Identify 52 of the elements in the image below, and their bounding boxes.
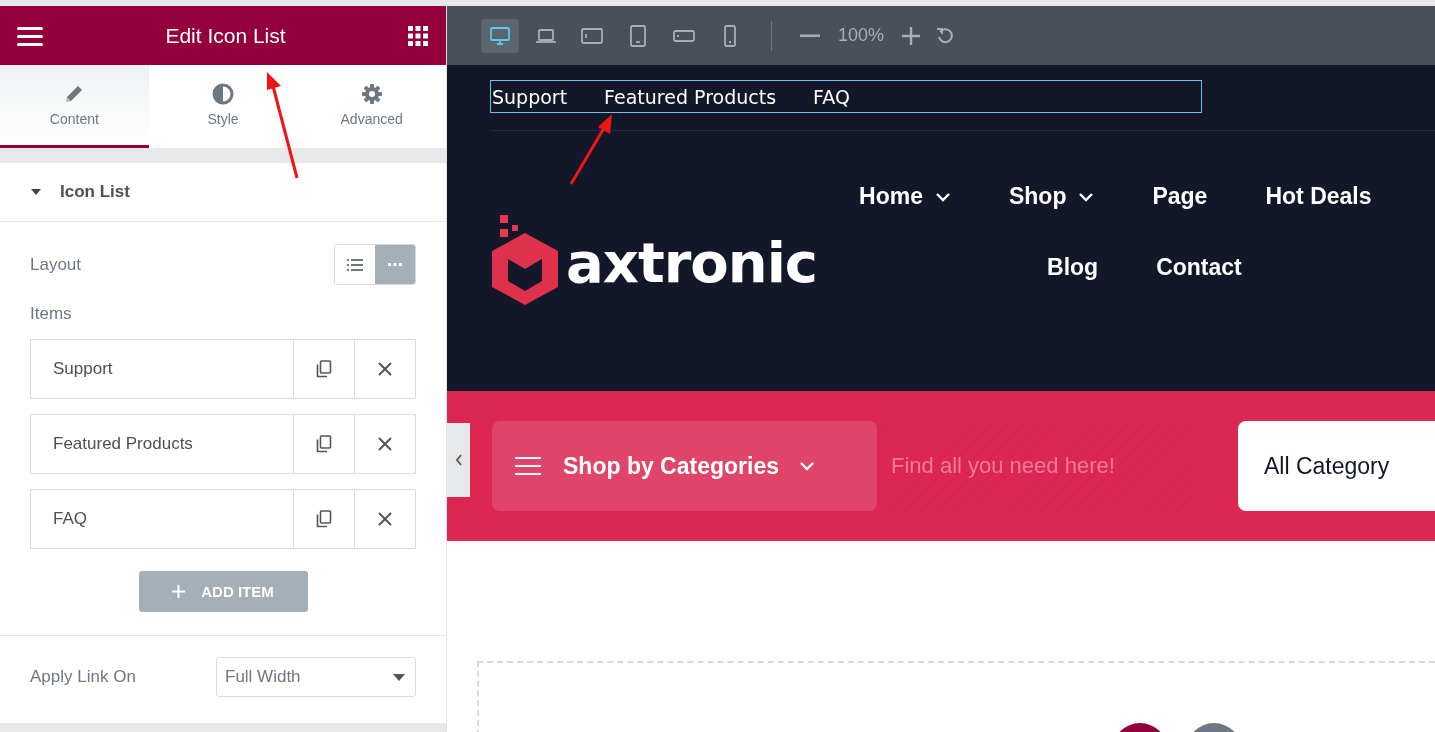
item-title[interactable]: Featured Products bbox=[31, 415, 293, 473]
zoom-level: 100% bbox=[838, 25, 885, 46]
close-icon bbox=[377, 361, 393, 377]
nav-link[interactable]: Shop bbox=[1008, 183, 1095, 210]
section-header[interactable]: Icon List bbox=[0, 163, 446, 222]
collapse-panel-handle[interactable] bbox=[447, 423, 470, 497]
nav-link[interactable]: Contact bbox=[1156, 254, 1242, 281]
nav-link[interactable]: Hot Deals bbox=[1265, 183, 1372, 210]
category-select[interactable]: All Category bbox=[1238, 421, 1435, 511]
menu-icon[interactable] bbox=[17, 25, 43, 46]
panel-tab[interactable]: Content bbox=[0, 65, 149, 148]
item-title[interactable]: Support bbox=[31, 340, 293, 398]
menu-icon bbox=[515, 457, 541, 475]
logo-icon bbox=[490, 215, 560, 305]
top-link[interactable]: FAQ bbox=[813, 85, 850, 108]
item-title[interactable]: FAQ bbox=[31, 490, 293, 548]
nav-link[interactable]: Blog bbox=[1047, 254, 1099, 281]
copy-icon bbox=[316, 360, 332, 378]
chevron-down-icon bbox=[799, 461, 815, 471]
desktop-view-button[interactable] bbox=[481, 18, 519, 53]
layout-label: Layout bbox=[30, 254, 82, 275]
top-link[interactable]: Support bbox=[492, 85, 568, 108]
contrast-icon bbox=[212, 83, 234, 105]
plus-icon bbox=[902, 26, 921, 45]
panel-title: Edit Icon List bbox=[165, 23, 286, 48]
logo-text: axtronic bbox=[566, 235, 818, 297]
items-label: Items bbox=[30, 304, 73, 324]
grid-icon[interactable] bbox=[408, 25, 428, 46]
selected-widget-outline[interactable]: Support Featured Products FAQ bbox=[490, 80, 1202, 113]
plus-icon bbox=[172, 585, 186, 598]
chevron-down-icon bbox=[934, 191, 951, 202]
close-icon bbox=[377, 436, 393, 452]
caret-icon bbox=[393, 673, 405, 681]
chevron-down-icon bbox=[1078, 191, 1095, 202]
settings-icon bbox=[360, 83, 383, 105]
apply-link-select[interactable]: Full Width bbox=[216, 657, 416, 697]
chevron-left-icon bbox=[454, 454, 463, 466]
list-icon bbox=[347, 258, 363, 271]
copy-icon bbox=[316, 510, 332, 528]
reset-icon bbox=[936, 26, 955, 45]
tablet-icon bbox=[627, 24, 649, 47]
apply-link-label: Apply Link On bbox=[30, 667, 136, 687]
nav-link[interactable]: Home bbox=[859, 183, 951, 210]
close-icon bbox=[377, 511, 393, 527]
nav-link[interactable]: Page bbox=[1152, 183, 1208, 210]
annotation-arrow bbox=[568, 114, 614, 186]
top-link[interactable]: Featured Products bbox=[604, 85, 777, 108]
copy-icon bbox=[316, 435, 332, 453]
ellipsis-icon bbox=[388, 262, 402, 267]
minus-icon bbox=[800, 33, 820, 38]
shop-by-categories-button[interactable]: Shop by Categories bbox=[492, 421, 877, 511]
desktop-icon bbox=[489, 24, 511, 47]
